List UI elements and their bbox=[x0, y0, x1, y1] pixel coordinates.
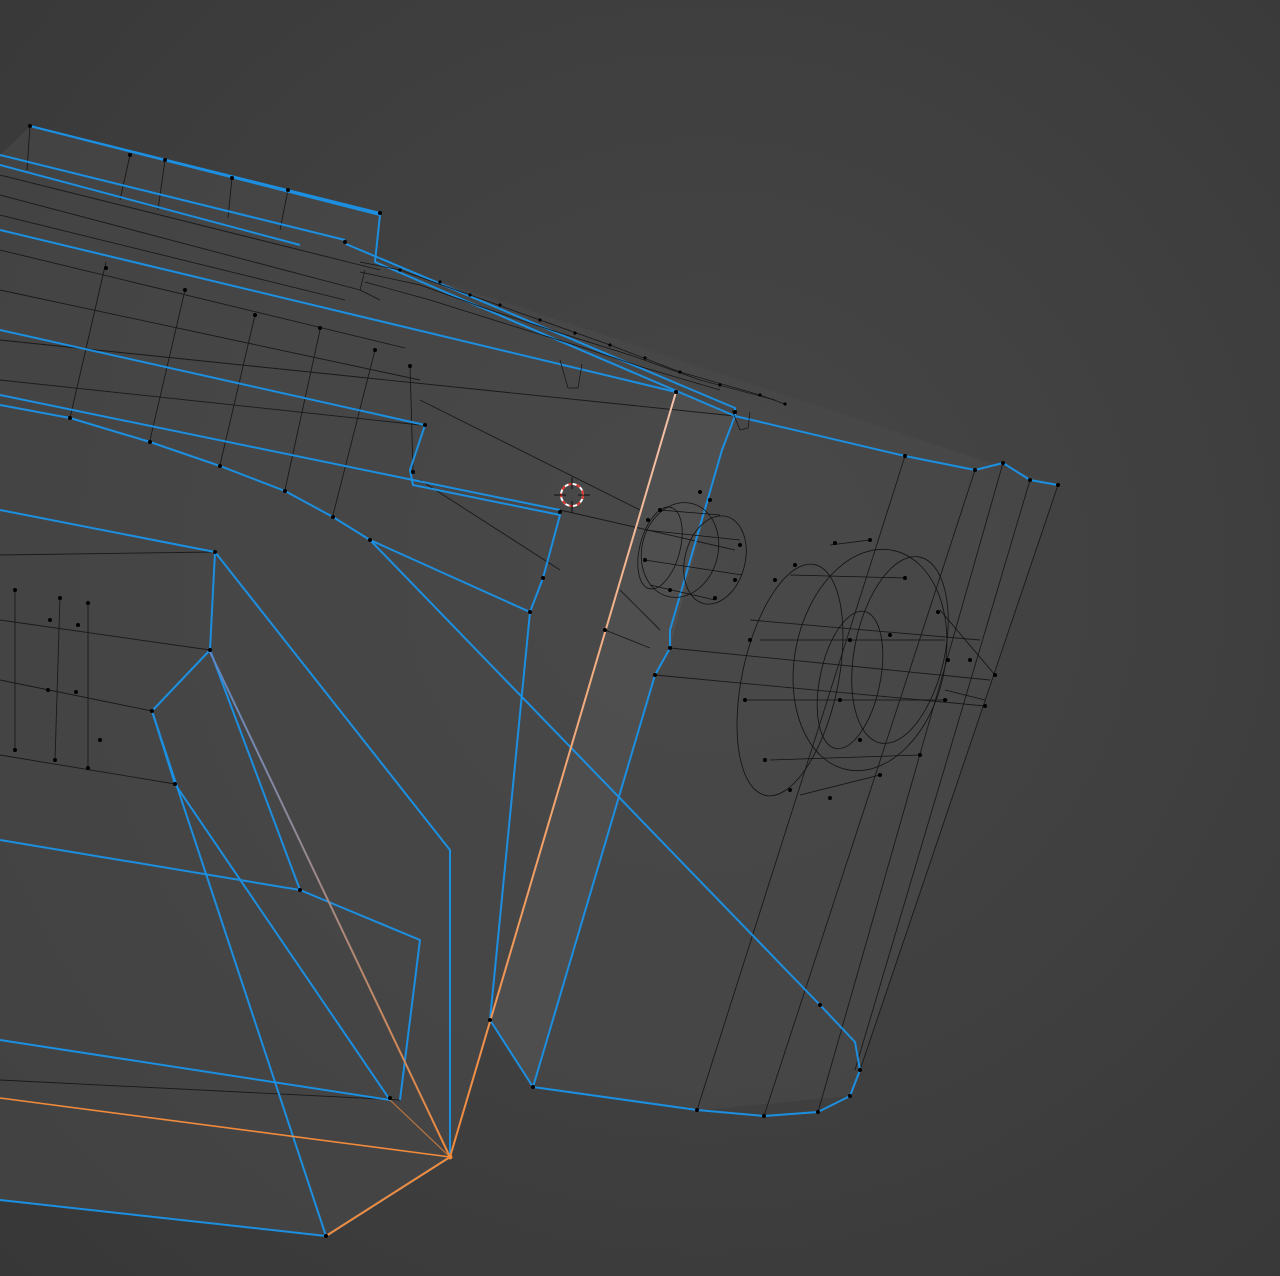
wireframe-mesh[interactable] bbox=[0, 0, 1280, 1276]
mesh-faces bbox=[0, 126, 1058, 1236]
3d-viewport[interactable] bbox=[0, 0, 1280, 1276]
selected-vertex[interactable] bbox=[447, 1154, 453, 1160]
